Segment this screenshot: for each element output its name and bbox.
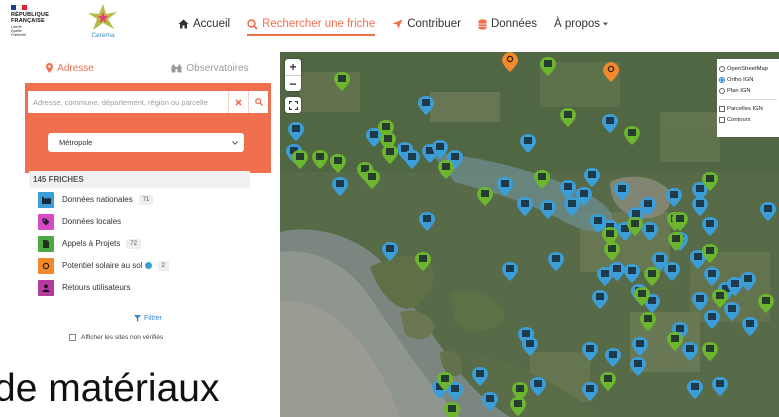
clear-button[interactable]	[228, 91, 248, 113]
layer-label: OpenStreetMap	[727, 65, 768, 72]
legend-label: Potentiel solaire au sol	[62, 261, 143, 270]
radio-button[interactable]	[719, 87, 725, 94]
send-icon	[392, 19, 403, 29]
home-icon	[178, 19, 189, 29]
layer-label: Ortho IGN	[727, 76, 754, 83]
layer-label: Plan IGN	[727, 87, 751, 94]
tab-observatoires[interactable]: Observatoires	[140, 52, 280, 84]
tab-adresse-label: Adresse	[57, 62, 94, 74]
close-icon	[235, 98, 242, 106]
layer-switcher: OpenStreetMap Ortho IGN Plan IGN Parcell…	[717, 59, 779, 137]
cerema-name: Cerema	[91, 32, 115, 39]
layer-label: Parcelles IGN	[727, 105, 763, 112]
legend-label: Données locales	[62, 217, 122, 226]
checkbox[interactable]	[719, 105, 725, 112]
unverified-sites-toggle[interactable]: Afficher les sites non vérifiés	[69, 334, 163, 341]
radio-button[interactable]	[719, 76, 725, 83]
legend-item-retours-utilisateurs[interactable]: Retours utilisateurs	[29, 277, 250, 298]
tag-icon	[38, 213, 54, 230]
search-box	[27, 90, 269, 114]
overlay-contours[interactable]: Contours	[719, 114, 777, 125]
nav-contribuer-label: Contribuer	[407, 18, 461, 30]
cerema-star-icon	[88, 4, 117, 30]
french-flag-icon	[11, 5, 27, 10]
search-input[interactable]	[28, 92, 228, 112]
zoom-out-button[interactable]: −	[285, 75, 301, 91]
legend-count: 72	[126, 238, 141, 249]
search-icon	[254, 98, 263, 106]
filter-link[interactable]: Filtrer	[134, 315, 162, 322]
sidebar: Adresse Observatoires Métropole 145 FRIC…	[0, 52, 280, 417]
overlay-parcelles-ign[interactable]: Parcelles IGN	[719, 103, 777, 114]
legend-item-donnees-nationales[interactable]: Données nationales 71	[29, 189, 250, 210]
map[interactable]: + − OpenStreetMap Ortho IGN Plan IGN Par…	[280, 52, 779, 417]
binoculars-icon	[171, 64, 182, 73]
fullscreen-icon	[288, 100, 298, 110]
legend-label: Appels à Projets	[62, 239, 121, 248]
chevron-down-icon	[232, 140, 238, 145]
rf-motto: Liberté Égalité Fraternité	[11, 25, 26, 37]
checkbox[interactable]	[719, 116, 725, 123]
nav-donnees-label: Données	[490, 18, 537, 30]
background-document-text: de matériaux	[0, 367, 220, 410]
document-icon	[38, 235, 54, 252]
search-button[interactable]	[248, 91, 268, 113]
map-markers	[286, 52, 776, 417]
layer-separator	[719, 99, 777, 100]
map-marker-icon	[46, 63, 54, 73]
cerema-logo[interactable]: Cerema	[86, 2, 120, 40]
filter-label: Filtrer	[144, 315, 162, 322]
nav-accueil[interactable]: Accueil	[178, 14, 230, 34]
nav-donnees[interactable]: Données	[478, 14, 537, 34]
nav-rechercher[interactable]: Rechercher une friche	[247, 12, 376, 36]
info-icon[interactable]	[144, 262, 152, 269]
zoom-in-button[interactable]: +	[285, 59, 301, 75]
tab-observatoires-label: Observatoires	[186, 62, 249, 74]
nav-contribuer[interactable]: Contribuer	[392, 14, 461, 34]
sun-icon	[38, 257, 54, 274]
layer-openstreetmap[interactable]: OpenStreetMap	[719, 63, 777, 74]
user-icon	[38, 279, 54, 296]
legend-item-potentiel-solaire[interactable]: Potentiel solaire au sol 2	[29, 255, 250, 276]
layer-label: Contours	[727, 116, 751, 123]
legend-count: 71	[138, 194, 154, 205]
unverified-checkbox[interactable]	[69, 334, 76, 341]
database-icon	[478, 18, 487, 30]
region-select[interactable]: Métropole	[48, 133, 244, 152]
sidebar-tabs: Adresse Observatoires	[0, 52, 280, 84]
legend-item-donnees-locales[interactable]: Données locales	[29, 211, 250, 232]
main-nav: Accueil Rechercher une friche Contribuer…	[178, 12, 625, 36]
legend-item-appels-a-projets[interactable]: Appels à Projets 72	[29, 233, 250, 254]
rf-line-2: FRANÇAISE	[11, 18, 45, 24]
friche-count: 145 FRICHES	[29, 171, 250, 188]
zoom-control: + −	[285, 59, 301, 91]
legend: 145 FRICHES Données nationales 71 Donnée…	[29, 171, 250, 298]
header: RÉPUBLIQUE FRANÇAISE Liberté Égalité Fra…	[0, 0, 779, 50]
tab-adresse[interactable]: Adresse	[0, 52, 140, 84]
legend-label: Retours utilisateurs	[62, 283, 131, 292]
layer-ortho-ign[interactable]: Ortho IGN	[719, 74, 777, 85]
radio-button[interactable]	[719, 65, 725, 72]
republique-francaise-logo[interactable]: RÉPUBLIQUE FRANÇAISE Liberté Égalité Fra…	[11, 5, 51, 37]
layer-plan-ign[interactable]: Plan IGN	[719, 85, 777, 96]
factory-icon	[38, 191, 54, 208]
search-icon	[247, 18, 258, 30]
nav-accueil-label: Accueil	[193, 18, 231, 30]
nav-a-propos-label: À propos	[553, 18, 601, 30]
nav-a-propos[interactable]: À propos	[553, 14, 609, 34]
chevron-down-icon	[603, 22, 609, 26]
region-select-value: Métropole	[59, 138, 93, 147]
unverified-label: Afficher les sites non vérifiés	[81, 334, 164, 341]
nav-rechercher-label: Rechercher une friche	[262, 18, 376, 30]
search-panel: Métropole	[25, 83, 271, 173]
legend-count: 2	[157, 260, 169, 271]
fullscreen-button[interactable]	[285, 97, 301, 113]
filter-icon	[134, 315, 141, 322]
legend-label: Données nationales	[62, 195, 133, 204]
